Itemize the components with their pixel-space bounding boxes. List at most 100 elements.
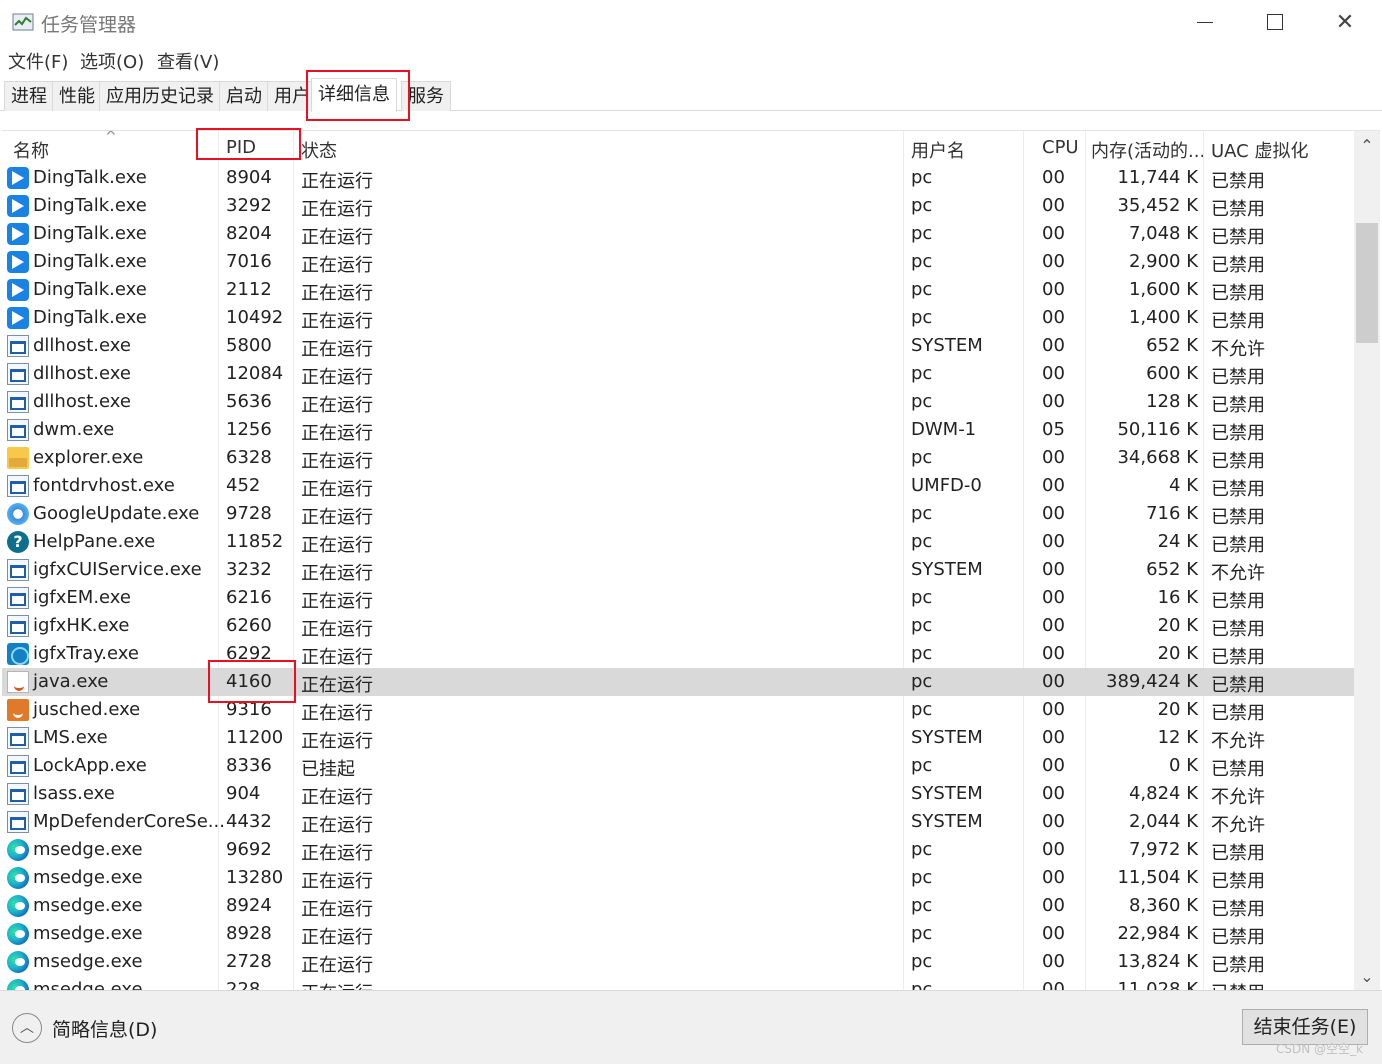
minimize-button[interactable] <box>1170 0 1240 44</box>
table-row[interactable]: explorer.exe 6328 正在运行 pc 00 34,668 K 已禁用 <box>2 444 1354 472</box>
column-header-name[interactable]: 名称 <box>13 137 49 163</box>
process-cpu: 00 <box>1042 447 1065 468</box>
process-pid: 9692 <box>226 839 272 860</box>
table-row[interactable]: DingTalk.exe 3292 正在运行 pc 00 35,452 K 已禁用 <box>2 192 1354 220</box>
table-row[interactable]: dwm.exe 1256 正在运行 DWM-1 05 50,116 K 已禁用 <box>2 416 1354 444</box>
table-row[interactable]: msedge.exe 9692 正在运行 pc 00 7,972 K 已禁用 <box>2 836 1354 864</box>
window-title: 任务管理器 <box>41 14 137 36</box>
process-cpu: 00 <box>1042 223 1065 244</box>
fewer-details-link[interactable]: 简略信息(D) <box>52 1015 157 1042</box>
menu-view[interactable]: 查看(V) <box>157 48 219 74</box>
process-memory: 8,360 K <box>1128 895 1198 916</box>
table-row[interactable]: GoogleUpdate.exe 9728 正在运行 pc 00 716 K 已禁用 <box>2 500 1354 528</box>
title-bar: 任务管理器 ✕ <box>0 0 1382 44</box>
column-header-uac[interactable]: UAC 虚拟化 <box>1211 137 1308 163</box>
process-user: pc <box>911 643 933 664</box>
process-name: msedge.exe <box>33 895 143 916</box>
window-icon <box>7 391 29 413</box>
process-uac: 已禁用 <box>1211 843 1265 864</box>
process-user: pc <box>911 867 933 888</box>
table-row[interactable]: DingTalk.exe 2112 正在运行 pc 00 1,600 K 已禁用 <box>2 276 1354 304</box>
tab-performance[interactable]: 性能 <box>52 81 102 111</box>
vertical-scrollbar[interactable]: ⌃ ⌄ <box>1354 131 1380 990</box>
process-uac: 已禁用 <box>1211 479 1265 500</box>
table-row[interactable]: LMS.exe 11200 正在运行 SYSTEM 00 12 K 不允许 <box>2 724 1354 752</box>
dingtalk-icon <box>7 167 29 189</box>
process-cpu: 00 <box>1042 923 1065 944</box>
table-row[interactable]: msedge.exe 2728 正在运行 pc 00 13,824 K 已禁用 <box>2 948 1354 976</box>
process-status: 正在运行 <box>301 955 373 976</box>
scroll-thumb[interactable] <box>1356 223 1378 343</box>
table-row[interactable]: DingTalk.exe 10492 正在运行 pc 00 1,400 K 已禁用 <box>2 304 1354 332</box>
table-row[interactable]: DingTalk.exe 8204 正在运行 pc 00 7,048 K 已禁用 <box>2 220 1354 248</box>
column-header-cpu[interactable]: CPU <box>1042 137 1079 158</box>
process-name: MpDefenderCoreSe... <box>33 811 225 832</box>
process-uac: 已禁用 <box>1211 311 1265 332</box>
process-pid: 8336 <box>226 755 272 776</box>
process-pid: 228 <box>226 979 261 990</box>
column-header-pid[interactable]: PID <box>226 137 256 158</box>
process-cpu: 00 <box>1042 727 1065 748</box>
table-row[interactable]: msedge.exe 8928 正在运行 pc 00 22,984 K 已禁用 <box>2 920 1354 948</box>
process-user: pc <box>911 951 933 972</box>
process-rows: DingTalk.exe 8904 正在运行 pc 00 11,744 K 已禁用 DingT… <box>2 164 1354 990</box>
table-row[interactable]: igfxCUIService.exe 3232 正在运行 SYSTEM 00 652 K 不… <box>2 556 1354 584</box>
process-status: 正在运行 <box>301 199 373 220</box>
table-row[interactable]: dllhost.exe 5800 正在运行 SYSTEM 00 652 K 不允许 <box>2 332 1354 360</box>
table-row[interactable]: dllhost.exe 5636 正在运行 pc 00 128 K 已禁用 <box>2 388 1354 416</box>
table-row[interactable]: java.exe 4160 正在运行 pc 00 389,424 K 已禁用 <box>2 668 1354 696</box>
table-row[interactable]: DingTalk.exe 7016 正在运行 pc 00 2,900 K 已禁用 <box>2 248 1354 276</box>
tab-processes[interactable]: 进程 <box>4 81 54 111</box>
process-cpu: 00 <box>1042 307 1065 328</box>
tab-services[interactable]: 服务 <box>401 81 451 111</box>
maximize-button[interactable] <box>1240 0 1310 44</box>
process-user: pc <box>911 391 933 412</box>
column-header-memory[interactable]: 内存(活动的... <box>1091 137 1205 163</box>
table-row[interactable]: igfxTray.exe 6292 正在运行 pc 00 20 K 已禁用 <box>2 640 1354 668</box>
process-cpu: 00 <box>1042 531 1065 552</box>
process-memory: 2,900 K <box>1128 251 1198 272</box>
tab-app-history[interactable]: 应用历史记录 <box>99 81 221 111</box>
table-row[interactable]: MpDefenderCoreSe... 4432 正在运行 SYSTEM 00 2,044… <box>2 808 1354 836</box>
process-status: 正在运行 <box>301 927 373 948</box>
table-row[interactable]: dllhost.exe 12084 正在运行 pc 00 600 K 已禁用 <box>2 360 1354 388</box>
column-header-user[interactable]: 用户名 <box>911 137 965 163</box>
menu-options[interactable]: 选项(O) <box>80 48 144 74</box>
scroll-up-icon[interactable]: ⌃ <box>1354 133 1380 159</box>
menu-file[interactable]: 文件(F) <box>8 48 68 74</box>
process-uac: 已禁用 <box>1211 927 1265 948</box>
table-row[interactable]: jusched.exe 9316 正在运行 pc 00 20 K 已禁用 <box>2 696 1354 724</box>
java-icon <box>7 671 29 693</box>
tab-startup[interactable]: 启动 <box>219 81 269 111</box>
process-memory: 20 K <box>1157 643 1198 664</box>
column-header-status[interactable]: 状态 <box>301 137 337 163</box>
process-memory: 600 K <box>1146 363 1198 384</box>
table-row[interactable]: ? HelpPane.exe 11852 正在运行 pc 00 24 K 已禁用 <box>2 528 1354 556</box>
window-icon <box>7 811 29 833</box>
table-row[interactable]: igfxEM.exe 6216 正在运行 pc 00 16 K 已禁用 <box>2 584 1354 612</box>
process-uac: 不允许 <box>1211 339 1265 360</box>
table-row[interactable]: LockApp.exe 8336 已挂起 pc 00 0 K 已禁用 <box>2 752 1354 780</box>
list-header: ^ 名称 PID 状态 用户名 CPU 内存(活动的... UAC 虚拟化 <box>2 131 1354 164</box>
close-button[interactable]: ✕ <box>1310 0 1380 44</box>
table-row[interactable]: msedge.exe 228 正在运行 pc 00 11,028 K 已禁用 <box>2 976 1354 990</box>
table-row[interactable]: fontdrvhost.exe 452 正在运行 UMFD-0 00 4 K 已禁用 <box>2 472 1354 500</box>
table-row[interactable]: lsass.exe 904 正在运行 SYSTEM 00 4,824 K 不允许 <box>2 780 1354 808</box>
process-cpu: 00 <box>1042 615 1065 636</box>
process-cpu: 00 <box>1042 895 1065 916</box>
chevron-up-icon[interactable]: ︿ <box>12 1013 42 1043</box>
process-pid: 10492 <box>226 307 284 328</box>
process-memory: 128 K <box>1146 391 1198 412</box>
process-uac: 已禁用 <box>1211 591 1265 612</box>
process-user: pc <box>911 587 933 608</box>
process-uac: 已禁用 <box>1211 451 1265 472</box>
table-row[interactable]: msedge.exe 8924 正在运行 pc 00 8,360 K 已禁用 <box>2 892 1354 920</box>
tab-users[interactable]: 用户 <box>267 81 317 111</box>
scroll-down-icon[interactable]: ⌄ <box>1354 964 1380 990</box>
process-status: 正在运行 <box>301 255 373 276</box>
tab-details[interactable]: 详细信息 <box>311 78 397 112</box>
table-row[interactable]: igfxHK.exe 6260 正在运行 pc 00 20 K 已禁用 <box>2 612 1354 640</box>
table-row[interactable]: DingTalk.exe 8904 正在运行 pc 00 11,744 K 已禁用 <box>2 164 1354 192</box>
process-cpu: 00 <box>1042 755 1065 776</box>
table-row[interactable]: msedge.exe 13280 正在运行 pc 00 11,504 K 已禁用 <box>2 864 1354 892</box>
